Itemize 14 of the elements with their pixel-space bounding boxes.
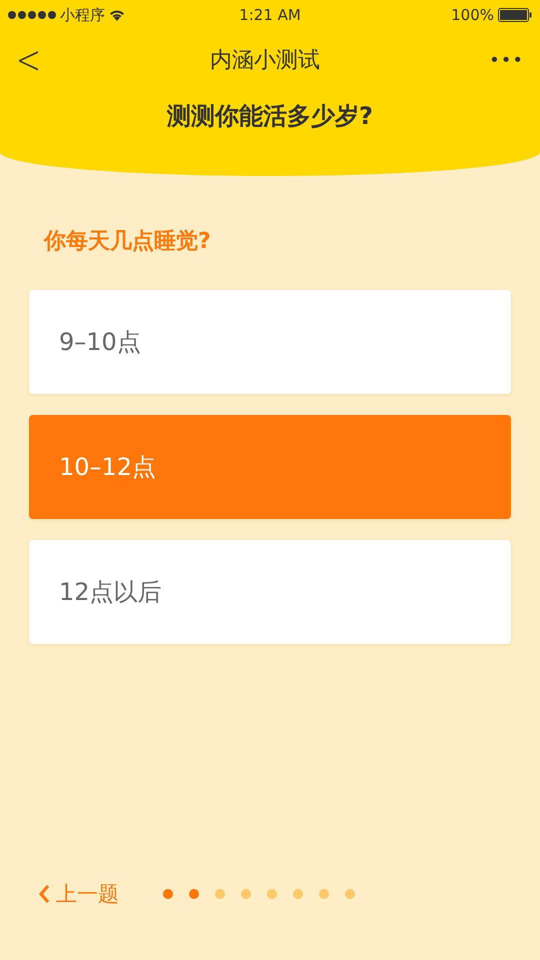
status-time: 1:21 AM	[239, 6, 301, 24]
chevron-left-icon	[38, 884, 50, 904]
battery-icon	[498, 8, 532, 22]
page-title: 内涵小测试	[210, 47, 320, 75]
question-text: 你每天几点睡觉?	[44, 228, 212, 256]
back-button[interactable]: <	[16, 37, 42, 83]
carrier-label: 小程序	[60, 6, 105, 24]
answer-option[interactable]: 12点以后	[29, 540, 511, 644]
signal-icon	[8, 11, 56, 19]
more-button[interactable]: •••	[489, 50, 524, 70]
wifi-icon	[109, 9, 125, 21]
quiz-title: 测测你能活多少岁?	[166, 101, 374, 132]
answer-option[interactable]: 9–10点	[29, 290, 511, 394]
battery-percent: 100%	[451, 6, 494, 24]
